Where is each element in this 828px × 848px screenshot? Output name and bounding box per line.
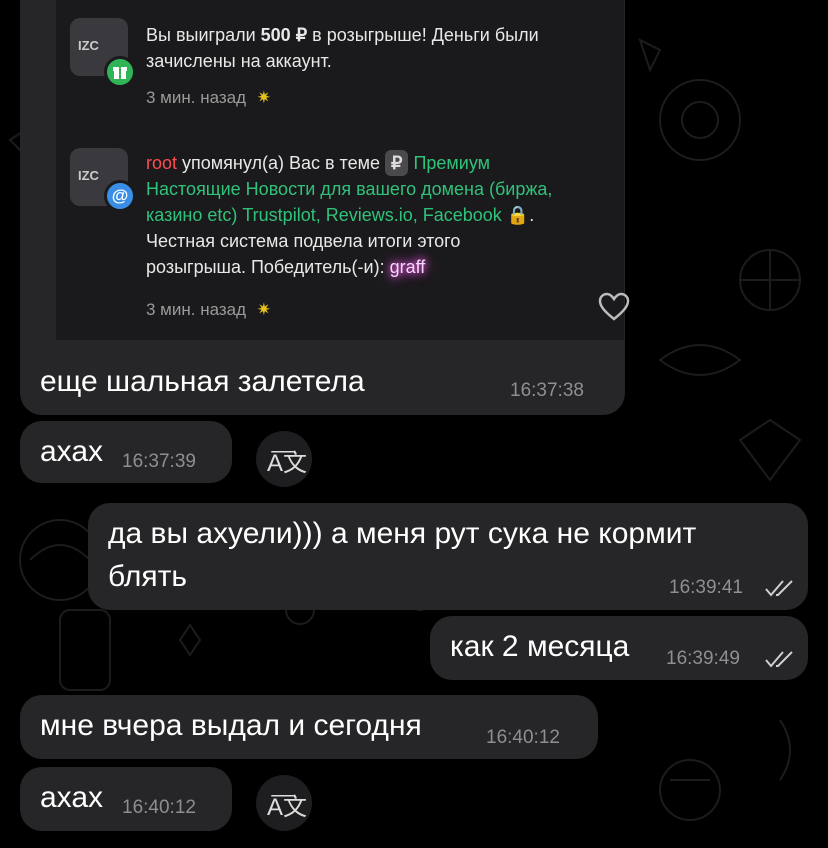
incoming-message[interactable]: ахах 16:40:12 [20,767,232,831]
message-time: 16:37:39 [122,451,196,472]
translate-button[interactable]: A͞文 [256,775,312,831]
message-time: 16:37:38 [510,380,584,401]
notification-time-text: 3 мин. назад [146,300,247,319]
notification-text-part: Честная система подвела итоги этого [146,231,461,251]
avatar-label: IZC [78,168,99,183]
message-time: 16:40:12 [122,797,196,818]
heart-icon[interactable] [598,292,630,322]
message-time: 16:39:49 [666,648,740,669]
notification-time-text: 3 мин. назад [146,88,247,107]
incoming-message[interactable]: ахах 16:37:39 [20,421,232,483]
double-check-icon [765,651,793,668]
message-text: ахах [40,781,104,814]
notification-text: root упомянул(а) Вас в теме ₽ Премиум На… [146,150,621,280]
thread-title-link[interactable]: Настоящие Новости для вашего домена (бир… [146,179,552,199]
notification-text-part: розыгрыша. Победитель(-и): [146,257,385,277]
message-text-line: блять [108,560,187,593]
message-text: ахах [40,435,104,468]
message-text: как 2 месяца [450,630,630,663]
mention-user-link[interactable]: root [146,153,177,173]
winner-username[interactable]: graff [390,254,426,280]
notification-text: Вы выиграли 500 ₽ в розыгрыше! Деньги бы… [146,22,616,74]
notification-list: IZC Вы выиграли 500 ₽ в розыгрыше! Деньг… [56,0,630,340]
premium-prefix-label: Премиум [413,153,491,173]
forum-notification-card: IZC Вы выиграли 500 ₽ в розыгрыше! Деньг… [20,0,630,415]
notification-text-part: упомянул(а) Вас в теме [177,153,385,173]
notification-time: 3 мин. назад ✷ [146,300,271,320]
outgoing-message[interactable]: как 2 месяца 16:39:49 [430,616,808,680]
thread-title-link[interactable]: казино etc) Trustpilot, Reviews.io, Face… [146,205,502,225]
message-text: еще шальная залетела [40,365,365,398]
notification-text-part: зачислены на аккаунт. [146,51,332,71]
message-time: 16:40:12 [486,727,560,748]
premium-prefix-badge: ₽ [384,150,409,176]
win-amount: 500 ₽ [260,25,308,45]
message-text: мне вчера выдал и сегодня [40,709,422,742]
translate-icon: A͞文 [267,450,308,477]
sparkle-icon: ✷ [256,300,272,319]
lock-icon: 🔒 [506,205,530,225]
notification-time: 3 мин. назад ✷ [146,88,271,108]
notification-text-part: в розыгрыше! Деньги были [307,25,539,45]
translate-icon: A͞文 [267,794,308,821]
outgoing-message[interactable]: да вы ахуели))) а меня рут сука не корми… [88,503,808,610]
message-text-line: да вы ахуели))) а меня рут сука не корми… [108,517,697,550]
at-icon: @ [104,180,136,212]
gift-icon [104,56,136,88]
double-check-icon [765,580,793,597]
translate-button[interactable]: A͞文 [256,431,312,487]
avatar-label: IZC [78,38,99,53]
incoming-message[interactable]: мне вчера выдал и сегодня 16:40:12 [20,695,598,759]
sparkle-icon: ✷ [256,88,272,107]
message-time: 16:39:41 [669,577,743,598]
notification-text-part: Вы выиграли [146,25,261,45]
